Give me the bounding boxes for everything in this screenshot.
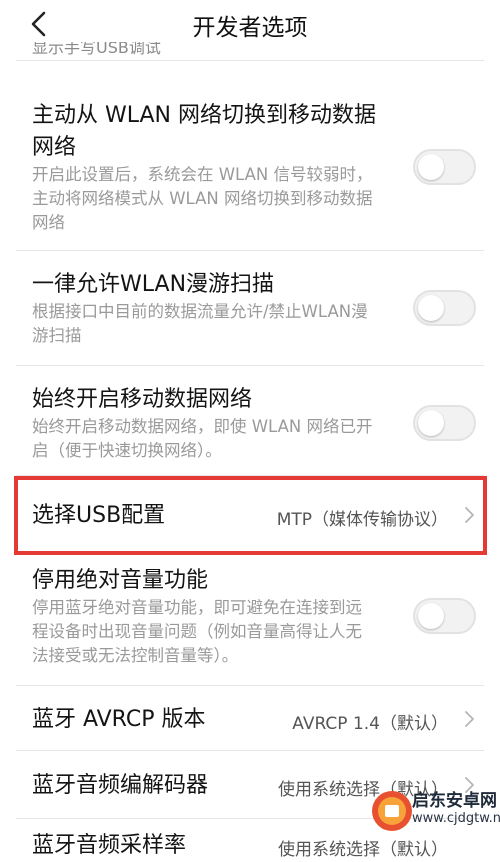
setting-description: 主动将网络模式从 WLAN 网络切换到移动数据 — [32, 189, 373, 208]
toggle-knob — [418, 295, 444, 321]
divider — [16, 475, 484, 476]
setting-description: 网络 — [32, 213, 65, 232]
divider — [16, 750, 484, 751]
setting-title-line2: 网络 — [32, 135, 77, 160]
setting-description: 开启此设置后，系统会在 WLAN 信号较弱时， — [32, 165, 373, 184]
setting-description: 停用蓝牙绝对音量功能，即可避免在连接到远 — [32, 598, 362, 617]
setting-title: 蓝牙 AVRCP 版本 — [32, 707, 206, 732]
watermark-url: www.cjdgtw.net — [412, 811, 500, 826]
divider — [16, 60, 484, 61]
toggle-knob — [418, 603, 444, 629]
chevron-right-icon — [465, 507, 474, 523]
setting-title: 主动从 WLAN 网络切换到移动数据 — [32, 103, 377, 128]
divider — [16, 685, 484, 686]
cut-off-item-text: 显示手写USB调试 — [32, 42, 161, 57]
toggle-switch[interactable] — [413, 405, 476, 441]
setting-description: 启（便于快速切换网络）。 — [32, 441, 222, 460]
page-title: 开发者选项 — [192, 15, 308, 41]
setting-title: 蓝牙音频采样率 — [32, 833, 187, 858]
setting-description: 始终开启移动数据网络，即使 WLAN 网络已开 — [32, 417, 373, 436]
setting-title: 蓝牙音频编解码器 — [32, 773, 209, 798]
toggle-knob — [418, 410, 444, 436]
setting-title: 选择USB配置 — [32, 503, 166, 528]
watermark-name: 启东安卓网 — [412, 791, 497, 811]
toggle-switch[interactable] — [413, 149, 476, 185]
toggle-switch[interactable] — [413, 598, 476, 634]
chevron-right-icon — [465, 711, 474, 727]
divider — [16, 365, 484, 366]
setting-title: 始终开启移动数据网络 — [32, 387, 253, 412]
setting-title: 一律允许WLAN漫游扫描 — [32, 272, 275, 297]
toggle-switch[interactable] — [413, 290, 476, 326]
divider — [16, 250, 484, 251]
setting-value: AVRCP 1.4（默认） — [292, 714, 448, 734]
toggle-knob — [418, 154, 444, 180]
setting-value: MTP（媒体传输协议） — [276, 510, 448, 530]
setting-description: 程设备时出现音量问题（例如音量高得让人无 — [32, 622, 362, 641]
setting-description: 根据接口中目前的数据流量允许/禁止WLAN漫 — [32, 302, 368, 321]
setting-title: 停用绝对音量功能 — [32, 568, 209, 593]
setting-description: 游扫描 — [32, 326, 82, 345]
setting-description: 法接受或无法控制音量等）。 — [32, 646, 239, 665]
